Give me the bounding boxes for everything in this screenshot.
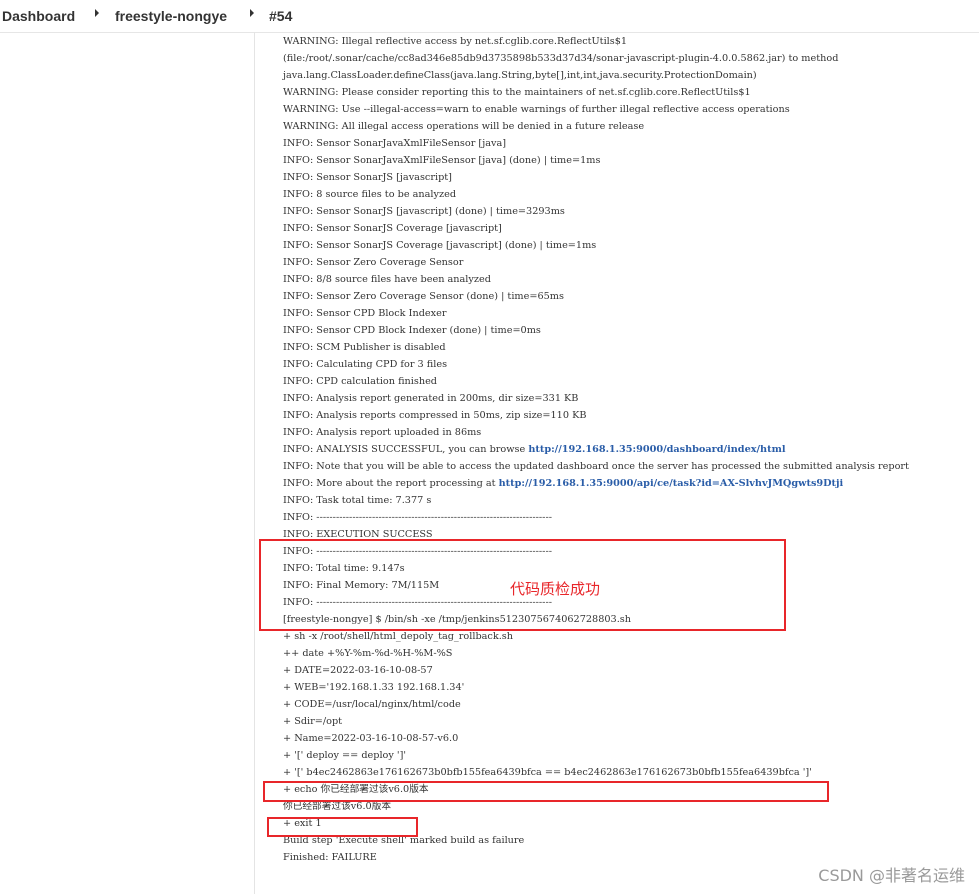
console-line: INFO: Analysis report generated in 200ms… [283, 390, 973, 407]
console-line-text: INFO: ANALYSIS SUCCESSFUL, you can brows… [283, 444, 529, 455]
console-line-text: INFO: Sensor SonarJS [javascript] [283, 172, 452, 183]
console-line-text: INFO: Analysis report uploaded in 86ms [283, 427, 482, 438]
console-line: (file:/root/.sonar/cache/cc8ad346e85db9d… [283, 50, 973, 67]
console-line: INFO: Sensor Zero Coverage Sensor [283, 254, 973, 271]
console-line: INFO: ANALYSIS SUCCESSFUL, you can brows… [283, 441, 973, 458]
console-line: INFO: Task total time: 7.377 s [283, 492, 973, 509]
console-line-text: INFO: SCM Publisher is disabled [283, 342, 446, 353]
console-line-text: (file:/root/.sonar/cache/cc8ad346e85db9d… [283, 53, 839, 64]
console-line: WARNING: Use --illegal-access=warn to en… [283, 101, 973, 118]
console-output: WARNING: Illegal reflective access by ne… [283, 33, 973, 866]
console-line: INFO: Sensor SonarJS Coverage [javascrip… [283, 220, 973, 237]
console-link[interactable]: http://192.168.1.35:9000/dashboard/index… [528, 444, 785, 455]
console-line: INFO: 8/8 source files have been analyze… [283, 271, 973, 288]
console-line-text: WARNING: Use --illegal-access=warn to en… [283, 104, 790, 115]
console-line: WARNING: All illegal access operations w… [283, 118, 973, 135]
console-line-text: INFO: 8 source files to be analyzed [283, 189, 457, 200]
console-line-text: INFO: Sensor SonarJS Coverage [javascrip… [283, 223, 502, 234]
console-line: INFO: Analysis report uploaded in 86ms [283, 424, 973, 441]
sidebar-divider [254, 32, 255, 894]
console-line-text: INFO: ----------------------------------… [283, 512, 552, 523]
console-line: + '[' b4ec2462863e176162673b0bfb155fea64… [283, 764, 973, 781]
console-line: INFO: More about the report processing a… [283, 475, 973, 492]
console-line-text: INFO: More about the report processing a… [283, 478, 499, 489]
console-line: INFO: CPD calculation finished [283, 373, 973, 390]
console-line: + Name=2022-03-16-10-08-57-v6.0 [283, 730, 973, 747]
console-line: INFO: Sensor Zero Coverage Sensor (done)… [283, 288, 973, 305]
console-line-text: Finished: FAILURE [283, 852, 377, 863]
console-line: + CODE=/usr/local/nginx/html/code [283, 696, 973, 713]
console-line-text: + CODE=/usr/local/nginx/html/code [283, 699, 461, 710]
console-line-text: INFO: 8/8 source files have been analyze… [283, 274, 491, 285]
console-line: + '[' deploy == deploy ']' [283, 747, 973, 764]
console-line-text: + Name=2022-03-16-10-08-57-v6.0 [283, 733, 459, 744]
console-line: WARNING: Please consider reporting this … [283, 84, 973, 101]
console-line: INFO: Note that you will be able to acce… [283, 458, 973, 475]
annotation-quality-check-success: 代码质检成功 [510, 580, 601, 598]
console-line-text: INFO: Sensor SonarJS [javascript] (done)… [283, 206, 565, 217]
console-line: INFO: SCM Publisher is disabled [283, 339, 973, 356]
console-line: + DATE=2022-03-16-10-08-57 [283, 662, 973, 679]
console-line: ++ date +%Y-%m-%d-%H-%M-%S [283, 645, 973, 662]
console-line-text: java.lang.ClassLoader.defineClass(java.l… [283, 70, 757, 81]
breadcrumb-dashboard-link[interactable]: Dashboard [2, 8, 75, 24]
console-line: INFO: Sensor SonarJavaXmlFileSensor [jav… [283, 152, 973, 169]
breadcrumb: Dashboard freestyle-nongye #54 [0, 0, 979, 33]
console-line: INFO: Sensor SonarJS [javascript] (done)… [283, 203, 973, 220]
console-line-text: INFO: Sensor SonarJavaXmlFileSensor [jav… [283, 155, 601, 166]
console-line-text: + sh -x /root/shell/html_depoly_tag_roll… [283, 631, 514, 642]
console-line: INFO: Sensor CPD Block Indexer [283, 305, 973, 322]
console-line-text: INFO: Sensor CPD Block Indexer (done) | … [283, 325, 541, 336]
console-line-text: WARNING: Illegal reflective access by ne… [283, 36, 628, 47]
breadcrumb-build-link[interactable]: #54 [269, 8, 292, 24]
console-line-text: INFO: Sensor SonarJS Coverage [javascrip… [283, 240, 597, 251]
console-line-text: INFO: Calculating CPD for 3 files [283, 359, 448, 370]
console-line: INFO: Sensor CPD Block Indexer (done) | … [283, 322, 973, 339]
console-line: INFO: Sensor SonarJS Coverage [javascrip… [283, 237, 973, 254]
console-line: WARNING: Illegal reflective access by ne… [283, 33, 973, 50]
console-line-text: INFO: Task total time: 7.377 s [283, 495, 432, 506]
console-line-text: WARNING: All illegal access operations w… [283, 121, 645, 132]
console-line-text: INFO: Sensor SonarJavaXmlFileSensor [jav… [283, 138, 506, 149]
console-line: + Sdir=/opt [283, 713, 973, 730]
console-line: INFO: 8 source files to be analyzed [283, 186, 973, 203]
highlight-box-already-deployed [267, 817, 418, 837]
console-line-text: + Sdir=/opt [283, 716, 343, 727]
console-line: java.lang.ClassLoader.defineClass(java.l… [283, 67, 973, 84]
console-line: INFO: ----------------------------------… [283, 509, 973, 526]
highlight-box-commit-compare [263, 781, 829, 802]
console-line: + WEB='192.168.1.33 192.168.1.34' [283, 679, 973, 696]
console-line-text: INFO: CPD calculation finished [283, 376, 438, 387]
console-line-text: INFO: Sensor CPD Block Indexer [283, 308, 447, 319]
console-line-text: INFO: Analysis report generated in 200ms… [283, 393, 579, 404]
breadcrumb-job-link[interactable]: freestyle-nongye [115, 8, 227, 24]
watermark: CSDN @非著名运维 [818, 866, 965, 885]
console-line-text: INFO: Note that you will be able to acce… [283, 461, 909, 472]
console-line: INFO: Sensor SonarJavaXmlFileSensor [jav… [283, 135, 973, 152]
console-line-text: + WEB='192.168.1.33 192.168.1.34' [283, 682, 465, 693]
console-line: INFO: Calculating CPD for 3 files [283, 356, 973, 373]
console-line-text: INFO: Sensor Zero Coverage Sensor [283, 257, 464, 268]
console-line-text: ++ date +%Y-%m-%d-%H-%M-%S [283, 648, 453, 659]
console-line: INFO: Sensor SonarJS [javascript] [283, 169, 973, 186]
console-line-text: INFO: Sensor Zero Coverage Sensor (done)… [283, 291, 564, 302]
console-line-text: + '[' b4ec2462863e176162673b0bfb155fea64… [283, 767, 812, 778]
console-line-text: + '[' deploy == deploy ']' [283, 750, 407, 761]
console-line: INFO: Analysis reports compressed in 50m… [283, 407, 973, 424]
console-link[interactable]: http://192.168.1.35:9000/api/ce/task?id=… [499, 478, 844, 489]
console-line-text: WARNING: Please consider reporting this … [283, 87, 751, 98]
console-line-text: INFO: Analysis reports compressed in 50m… [283, 410, 587, 421]
breadcrumb-separator-icon[interactable] [95, 9, 99, 17]
console-line-text: + DATE=2022-03-16-10-08-57 [283, 665, 433, 676]
breadcrumb-separator-icon[interactable] [250, 9, 254, 17]
console-line-text: 你已经部署过该v6.0版本 [283, 801, 392, 812]
